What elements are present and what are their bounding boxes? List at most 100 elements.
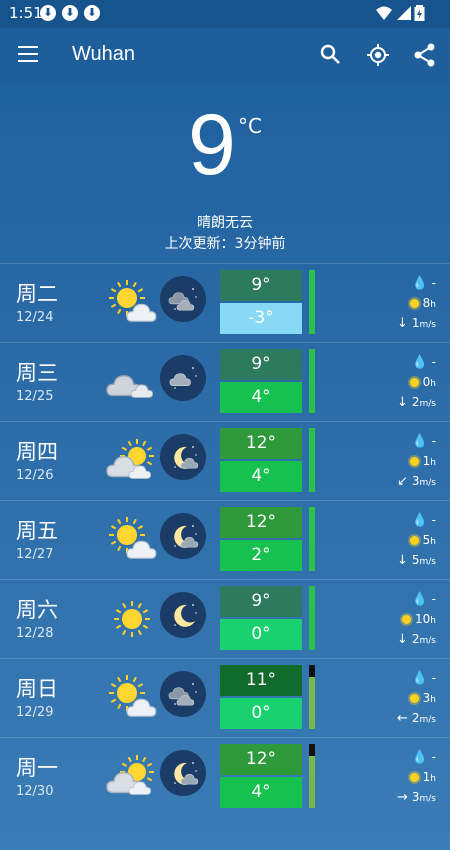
forecast-date: 12/26 xyxy=(16,468,54,483)
forecast-row[interactable]: 周一 12/30 12° 4° 💧 - 1h → 3m/s xyxy=(0,737,450,816)
wind-unit: m/s xyxy=(419,636,437,646)
wind-unit: m/s xyxy=(419,794,437,804)
sunshine-unit: h xyxy=(430,537,436,547)
sunshine-unit: h xyxy=(430,300,436,310)
day-weather-icon xyxy=(105,750,159,804)
wind-speed: 2 xyxy=(411,632,420,646)
wind-unit: m/s xyxy=(419,557,437,567)
sun-icon xyxy=(402,615,411,624)
forecast-day: 周二 xyxy=(16,282,58,306)
forecast-row[interactable]: 周四 12/26 12° 4° 💧 - 1h ↙ 3m/s xyxy=(0,421,450,500)
day-weather-icon xyxy=(105,355,159,409)
day-weather-icon xyxy=(105,276,159,330)
wind-speed: 5 xyxy=(411,553,420,567)
wind-unit: m/s xyxy=(419,715,437,725)
precipitation-value: - xyxy=(431,671,436,685)
forecast-row[interactable]: 周二 12/24 9° -3° 💧 - 8h ↓ 1m/s xyxy=(0,263,450,342)
signal-icon xyxy=(397,6,411,20)
temperature-bar xyxy=(309,586,315,650)
night-weather-icon xyxy=(160,434,206,480)
wind-direction-icon: ↓ xyxy=(396,632,408,647)
precipitation-value: - xyxy=(431,592,436,606)
night-weather-icon xyxy=(160,355,206,401)
forecast-row[interactable]: 周三 12/25 9° 4° 💧 - 0h ↓ 2m/s xyxy=(0,342,450,421)
location-icon[interactable] xyxy=(365,42,391,68)
low-temperature: 2° xyxy=(220,540,302,571)
day-weather-icon xyxy=(105,513,159,567)
precipitation-icon: 💧 xyxy=(411,355,428,370)
low-temperature: -3° xyxy=(220,303,302,334)
wind-direction-icon: ↓ xyxy=(396,316,408,331)
precipitation-icon: 💧 xyxy=(411,671,428,686)
battery-icon xyxy=(414,5,425,21)
last-updated: 上次更新：3分钟前 xyxy=(164,236,286,252)
wind-speed: 3 xyxy=(411,790,420,804)
high-temperature: 12° xyxy=(220,507,302,538)
wind-speed: 2 xyxy=(411,711,420,725)
sunshine-unit: h xyxy=(430,379,436,389)
low-temperature: 4° xyxy=(220,382,302,413)
download-icon: ⬇ xyxy=(84,5,100,21)
high-temperature: 12° xyxy=(220,428,302,459)
forecast-day: 周六 xyxy=(16,598,58,622)
precipitation-icon: 💧 xyxy=(411,276,428,291)
forecast-row[interactable]: 周六 12/28 9° 0° 💧 - 10h ↓ 2m/s xyxy=(0,579,450,658)
forecast-details: 💧 - 1h → 3m/s xyxy=(356,748,436,808)
forecast-date: 12/24 xyxy=(16,310,54,325)
sun-icon xyxy=(409,378,419,387)
night-weather-icon xyxy=(160,276,206,322)
sun-icon xyxy=(409,536,419,545)
wind-direction-icon: ← xyxy=(396,711,408,726)
precipitation-icon: 💧 xyxy=(411,750,428,765)
temperature-bar xyxy=(309,507,315,571)
status-time: 1:51 xyxy=(9,4,43,22)
search-icon[interactable] xyxy=(318,42,344,68)
sunshine-unit: h xyxy=(430,695,436,705)
status-bar: 1:51 ⬇ ⬇ ⬇ xyxy=(0,0,450,28)
forecast-date: 12/30 xyxy=(16,784,54,799)
wifi-icon xyxy=(376,6,392,20)
low-temperature: 0° xyxy=(220,698,302,729)
wind-unit: m/s xyxy=(419,478,437,488)
forecast-date: 12/27 xyxy=(16,547,54,562)
download-icon: ⬇ xyxy=(62,5,78,21)
forecast-date: 12/25 xyxy=(16,389,54,404)
low-temperature: 4° xyxy=(220,777,302,808)
day-weather-icon xyxy=(105,592,159,646)
day-weather-icon xyxy=(105,434,159,488)
wind-speed: 3 xyxy=(411,474,420,488)
forecast-date: 12/29 xyxy=(16,705,54,720)
forecast-details: 💧 - 5h ↓ 5m/s xyxy=(356,511,436,571)
sun-icon xyxy=(409,773,419,782)
forecast-details: 💧 - 0h ↓ 2m/s xyxy=(356,353,436,413)
temperature-range: 9° 4° xyxy=(220,349,302,413)
city-title: Wuhan xyxy=(72,43,136,65)
precipitation-value: - xyxy=(431,276,436,290)
sun-icon xyxy=(409,457,419,466)
temperature-range: 11° 0° xyxy=(220,665,302,729)
current-temperature: 9 xyxy=(188,97,236,193)
precipitation-icon: 💧 xyxy=(411,434,428,449)
current-condition: 晴朗无云 xyxy=(197,215,253,231)
temperature-range: 9° -3° xyxy=(220,270,302,334)
high-temperature: 9° xyxy=(220,586,302,617)
share-icon[interactable] xyxy=(412,42,438,68)
precipitation-icon: 💧 xyxy=(411,592,428,607)
forecast-details: 💧 - 3h ← 2m/s xyxy=(356,669,436,729)
temperature-unit: °C xyxy=(238,114,262,138)
sun-icon xyxy=(409,299,419,308)
sun-icon xyxy=(409,694,419,703)
high-temperature: 9° xyxy=(220,349,302,380)
forecast-row[interactable]: 周日 12/29 11° 0° 💧 - 3h ← 2m/s xyxy=(0,658,450,737)
sunshine-unit: h xyxy=(430,458,436,468)
sunshine-hours: 10 xyxy=(415,612,431,626)
forecast-details: 💧 - 8h ↓ 1m/s xyxy=(356,274,436,334)
low-temperature: 4° xyxy=(220,461,302,492)
low-temperature: 0° xyxy=(220,619,302,650)
wind-direction-icon: → xyxy=(396,790,408,805)
menu-icon[interactable] xyxy=(18,46,38,62)
forecast-day: 周日 xyxy=(16,677,58,701)
forecast-row[interactable]: 周五 12/27 12° 2° 💧 - 5h ↓ 5m/s xyxy=(0,500,450,579)
wind-unit: m/s xyxy=(419,320,437,330)
download-icon: ⬇ xyxy=(40,5,56,21)
